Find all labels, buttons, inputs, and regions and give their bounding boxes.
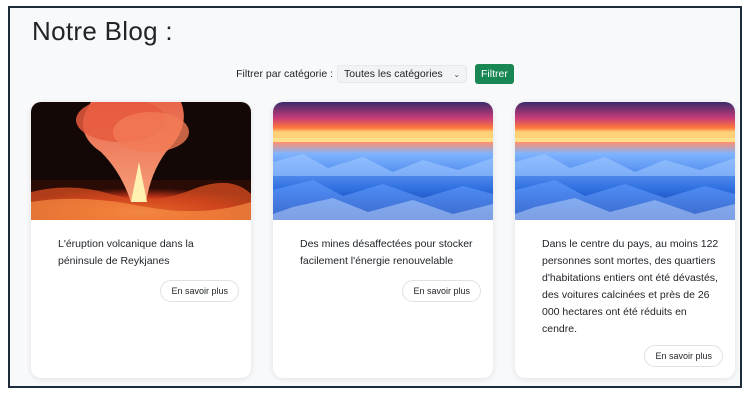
card-text: Des mines désaffectées pour stocker faci…	[300, 238, 473, 267]
ice-sunset-image	[515, 102, 735, 220]
ice-sunset-image	[273, 102, 493, 220]
category-filter-bar: Filtrer par catégorie : Toutes les catég…	[10, 64, 740, 84]
read-more-button[interactable]: En savoir plus	[644, 345, 723, 367]
blog-card: Des mines désaffectées pour stocker faci…	[273, 102, 493, 378]
filter-label: Filtrer par catégorie :	[236, 68, 334, 80]
blog-card: Dans le centre du pays, au moins 122 per…	[515, 102, 735, 378]
read-more-button[interactable]: En savoir plus	[402, 280, 481, 302]
chevron-down-icon: ⌄	[453, 69, 461, 79]
read-more-button[interactable]: En savoir plus	[160, 280, 239, 302]
blog-page: Notre Blog : Filtrer par catégorie : Tou…	[8, 6, 742, 388]
category-select[interactable]: Toutes les catégories ⌄	[337, 65, 468, 83]
card-text: L'éruption volcanique dans la péninsule …	[58, 238, 194, 267]
volcano-image	[31, 102, 251, 220]
filter-button[interactable]: Filtrer	[475, 64, 514, 84]
page-title: Notre Blog :	[32, 16, 173, 46]
card-text: Dans le centre du pays, au moins 122 per…	[542, 238, 719, 335]
category-select-value: Toutes les catégories	[344, 68, 443, 80]
blog-card: L'éruption volcanique dans la péninsule …	[31, 102, 251, 378]
